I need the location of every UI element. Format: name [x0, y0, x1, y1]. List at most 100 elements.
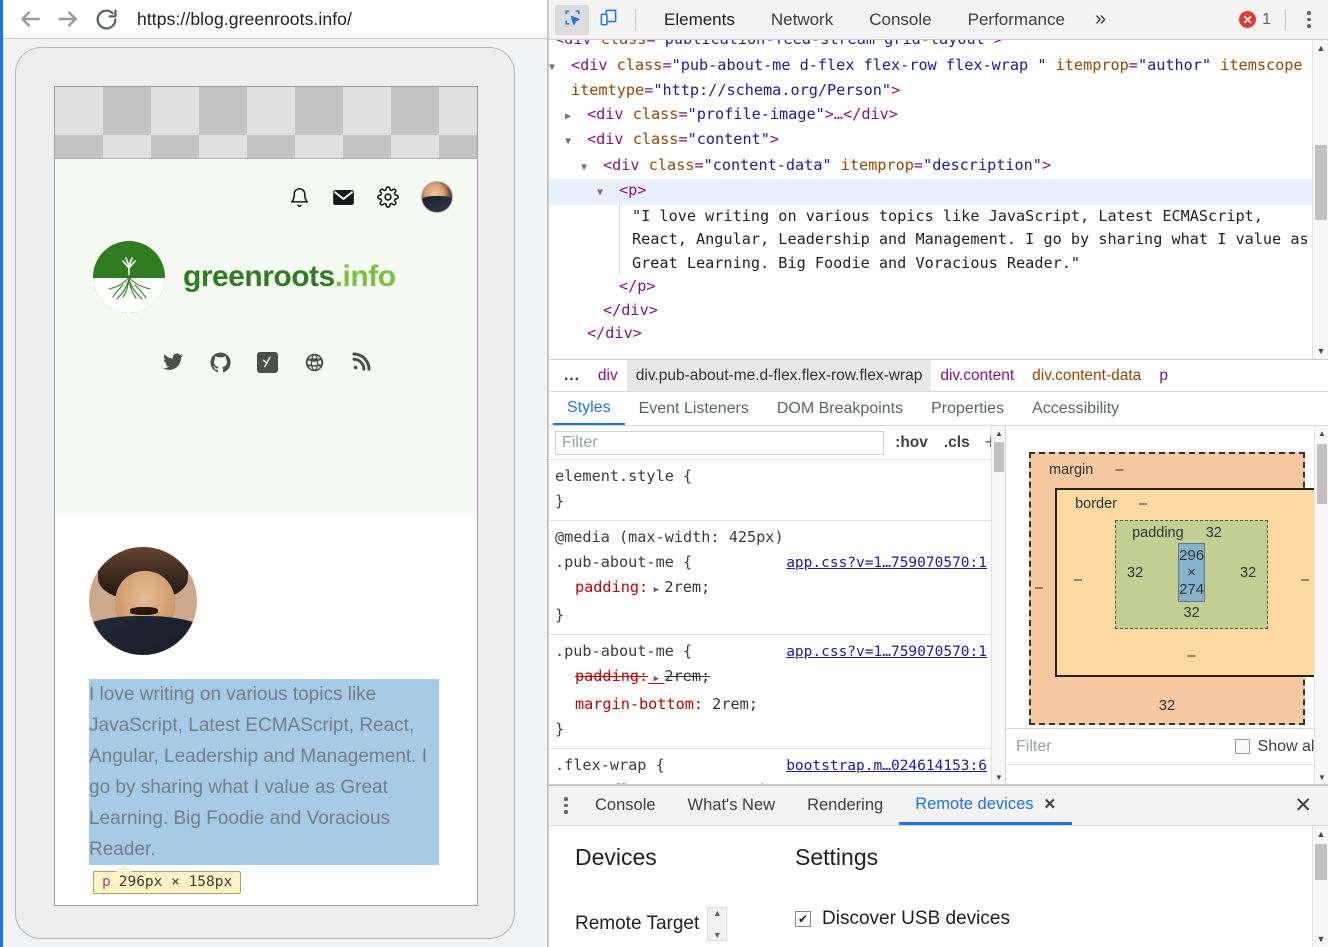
box-model-content[interactable]: 296 × 274 — [1178, 543, 1206, 602]
drawer-scroll-thumb[interactable] — [1315, 844, 1327, 880]
drawer-tab-console[interactable]: Console — [579, 786, 672, 825]
drawer-close-button[interactable]: ✕ — [1278, 793, 1328, 818]
style-rule[interactable]: element.style {} — [549, 460, 1005, 521]
dom-node[interactable]: ▼ <div class="content"> — [549, 128, 1312, 154]
show-all-checkbox[interactable] — [1234, 739, 1250, 754]
about-me-paragraph[interactable]: I love writing on various topics like Ja… — [89, 679, 439, 865]
computed-scroll-down-icon[interactable]: ▼ — [1315, 770, 1328, 784]
padding-right-value[interactable]: 32 — [1231, 565, 1265, 581]
discover-usb-row[interactable]: ✔ Discover USB devices — [795, 908, 1328, 930]
chevron-down-icon[interactable]: ▼ — [565, 130, 587, 154]
style-rules-list[interactable]: element.style {} @media (max-width: 425px… — [549, 460, 1005, 784]
padding-bottom-value[interactable]: 32 — [1118, 604, 1265, 622]
tab-console[interactable]: Console — [851, 0, 949, 39]
scroll-up-icon[interactable]: ▲ — [1313, 40, 1328, 56]
dom-tree-pane[interactable]: ▼<div class="publication-feed-stream gri… — [549, 40, 1328, 360]
more-tabs-icon[interactable]: » — [1083, 0, 1118, 39]
breadcrumb-item[interactable]: p — [1150, 360, 1177, 391]
hashnode-icon[interactable] — [256, 351, 278, 373]
dom-tree[interactable]: ▼<div class="publication-feed-stream gri… — [549, 40, 1312, 359]
breadcrumb-item[interactable]: div — [589, 360, 627, 391]
dom-node[interactable]: ▼ <div class="pub-about-me d-flex flex-ro… — [549, 54, 1312, 103]
computed-filter-input[interactable]: Filter — [1016, 738, 1225, 756]
inspect-element-button[interactable] — [555, 4, 589, 35]
box-model-padding[interactable]: padding 32 32 296 × 274 32 32 — [1115, 520, 1269, 629]
drawer-scrollbar[interactable]: ▲ ▼ — [1312, 826, 1328, 947]
subtab-accessibility[interactable]: Accessibility — [1018, 392, 1133, 425]
stylesheet-origin-link[interactable]: app.css?v=1…759070570:1 — [786, 640, 987, 665]
chevron-right-icon[interactable]: ▶ — [565, 105, 587, 129]
css-value[interactable]: wrap!important; — [712, 781, 849, 784]
margin-left-value[interactable]: – — [1035, 580, 1043, 596]
breadcrumb[interactable]: ... div div.pub-about-me.d-flex.flex-row.f… — [549, 360, 1328, 392]
css-value[interactable]: 2rem; — [664, 578, 710, 596]
error-badge[interactable]: ✕ 1 — [1239, 11, 1275, 29]
computed-scroll-thumb[interactable] — [1317, 444, 1327, 504]
rss-icon[interactable] — [351, 352, 371, 372]
style-rule[interactable]: .pub-about-me {app.css?v=1…759070570:1 pa… — [549, 635, 1005, 749]
margin-bottom-value[interactable]: 32 — [1035, 697, 1299, 715]
bell-icon[interactable] — [289, 187, 310, 208]
dom-node[interactable]: ▼ <div class="content-data" itemprop="des… — [549, 154, 1312, 180]
site-logo[interactable]: greenroots.info — [55, 213, 477, 313]
hov-button[interactable]: :hov — [890, 434, 933, 452]
css-declaration[interactable]: margin-bottom: 2rem; — [555, 692, 987, 717]
drawer-tab-whats-new[interactable]: What's New — [672, 786, 792, 825]
gear-icon[interactable] — [377, 186, 399, 208]
tab-network[interactable]: Network — [753, 0, 851, 39]
chevron-right-icon[interactable]: ▶ — [648, 585, 664, 595]
box-model-border[interactable]: border – – padding 32 32 296 × 274 32 32… — [1055, 488, 1328, 677]
styles-scroll-down-icon[interactable]: ▼ — [992, 770, 1006, 784]
scroll-down-icon[interactable]: ▼ — [1313, 343, 1328, 359]
back-button[interactable] — [11, 3, 49, 35]
chevron-down-icon[interactable]: ▼ — [581, 156, 603, 180]
border-left-value[interactable]: – — [1061, 572, 1095, 588]
profile-image[interactable] — [89, 547, 197, 655]
styles-scroll-up-icon[interactable]: ▲ — [992, 426, 1006, 440]
subtab-dom-breakpoints[interactable]: DOM Breakpoints — [763, 392, 917, 425]
device-toolbar-button[interactable] — [591, 5, 625, 35]
rule-selector[interactable]: element.style { — [555, 464, 987, 489]
forward-button[interactable] — [49, 3, 87, 35]
reload-button[interactable] — [87, 3, 125, 35]
dom-node[interactable]: ▶ <div class="profile-image">…</div> — [549, 103, 1312, 129]
dom-scrollbar[interactable]: ▲ ▼ — [1312, 40, 1328, 359]
styles-filter-input[interactable]: Filter — [555, 430, 885, 455]
border-bottom-value[interactable]: – — [1061, 647, 1322, 665]
chevron-down-icon[interactable]: ▼ — [713, 930, 722, 940]
url-bar[interactable]: https://blog.greenroots.info/ — [125, 4, 539, 34]
device-screen[interactable]: greenroots.info I love writing on variou… — [54, 86, 478, 906]
dom-node[interactable]: ▼ <p> — [549, 179, 1312, 205]
chevron-down-icon[interactable]: ▼ — [597, 181, 619, 205]
github-icon[interactable] — [209, 351, 231, 373]
user-avatar[interactable] — [421, 181, 453, 213]
twitter-icon[interactable] — [162, 351, 184, 373]
chevron-down-icon[interactable]: ▼ — [549, 56, 571, 80]
border-top-value[interactable]: – — [1139, 496, 1147, 512]
close-icon[interactable]: ✕ — [1044, 795, 1057, 813]
drawer-scroll-down-icon[interactable]: ▼ — [1313, 931, 1328, 947]
cls-button[interactable]: .cls — [939, 434, 975, 452]
drawer-scroll-up-icon[interactable]: ▲ — [1313, 826, 1328, 842]
tab-elements[interactable]: Elements — [646, 0, 753, 39]
styles-scroll-thumb[interactable] — [994, 442, 1004, 472]
drawer-menu-button[interactable] — [553, 791, 579, 821]
css-value[interactable]: 2rem; — [712, 695, 758, 713]
padding-left-value[interactable]: 32 — [1118, 565, 1152, 581]
globe-icon[interactable] — [304, 352, 325, 373]
dom-node[interactable]: "I love writing on various topics like J… — [619, 204, 1312, 275]
padding-top-value[interactable]: 32 — [1206, 525, 1222, 541]
box-model-margin[interactable]: margin – – border – – padding 32 32 296 … — [1029, 452, 1328, 725]
chevron-up-icon[interactable]: ▲ — [713, 908, 722, 918]
box-model-diagram[interactable]: margin – – border – – padding 32 32 296 … — [1029, 452, 1328, 725]
show-all-toggle[interactable]: Show all — [1234, 738, 1318, 756]
style-rule[interactable]: @media (max-width: 425px) .pub-about-me {… — [549, 521, 1005, 635]
dom-node[interactable]: </p> — [549, 275, 1312, 299]
computed-scroll-up-icon[interactable]: ▲ — [1315, 426, 1328, 440]
mail-icon[interactable] — [332, 186, 355, 209]
styles-scrollbar[interactable]: ▲ ▼ — [991, 426, 1005, 784]
stylesheet-origin-link[interactable]: bootstrap.m…024614153:6 — [786, 754, 987, 779]
computed-scrollbar[interactable]: ▲ ▼ — [1314, 426, 1328, 784]
css-declaration[interactable]: padding: ▶ 2rem; — [555, 575, 987, 603]
css-declaration[interactable]: padding: ▶ 2rem; — [555, 664, 987, 692]
